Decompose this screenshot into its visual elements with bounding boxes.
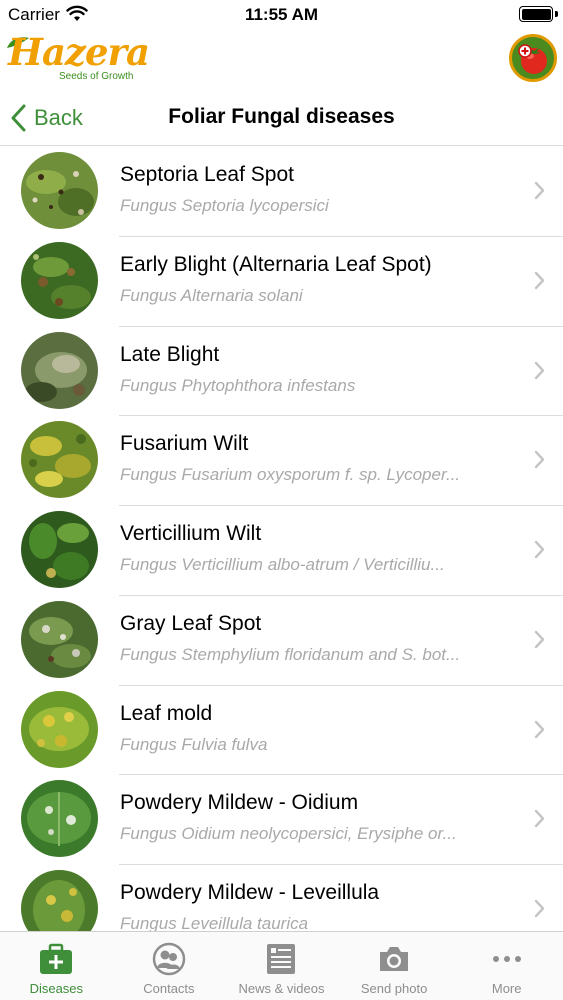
tab-diseases[interactable]: Diseases <box>0 932 113 1000</box>
list-item[interactable]: Early Blight (Alternaria Leaf Spot) Fung… <box>0 237 563 327</box>
disease-thumbnail <box>21 241 98 319</box>
disease-name: Powdery Mildew - Oidium <box>120 791 359 815</box>
chevron-right-icon <box>534 271 545 289</box>
list-item[interactable]: Powdery Mildew - Oidium Fungus Oidium ne… <box>0 775 563 865</box>
disease-thumbnail <box>21 511 98 588</box>
tomato-doctor-button[interactable] <box>509 34 557 82</box>
list-item[interactable]: Septoria Leaf Spot Fungus Septoria lycop… <box>0 147 563 237</box>
tomato-icon <box>518 44 547 74</box>
list-item[interactable]: Late Blight Fungus Phytophthora infestan… <box>0 327 563 417</box>
disease-name: Early Blight (Alternaria Leaf Spot) <box>120 252 432 276</box>
status-bar: Carrier 11:55 AM <box>0 0 563 30</box>
disease-name: Leaf mold <box>120 701 213 725</box>
chevron-right-icon <box>534 720 545 738</box>
disease-name: Powdery Mildew - Leveillula <box>120 881 380 904</box>
tab-news-videos[interactable]: News & videos <box>225 932 338 1000</box>
navigation-bar: Back Foliar Fungal diseases <box>0 92 563 146</box>
logo-tagline: Seeds of Growth <box>59 71 134 82</box>
disease-pathogen: Fungus Fusarium oxysporum f. sp. Lycoper… <box>120 465 461 485</box>
chevron-right-icon <box>534 181 545 200</box>
tab-contacts[interactable]: Contacts <box>113 932 226 1000</box>
disease-pathogen: Fungus Fulvia fulva <box>120 734 268 754</box>
tab-more[interactable]: More <box>450 932 563 1000</box>
disease-name: Septoria Leaf Spot <box>120 163 294 186</box>
chevron-right-icon <box>534 540 545 559</box>
tab-send-photo[interactable]: Send photo <box>338 932 451 1000</box>
more-icon <box>492 956 521 962</box>
list-item[interactable]: Gray Leaf Spot Fungus Stemphylium florid… <box>0 596 563 686</box>
battery-icon <box>519 6 553 22</box>
chevron-right-icon <box>534 899 545 918</box>
camera-icon <box>380 947 409 971</box>
tab-label: More <box>491 981 522 996</box>
disease-pathogen: Fungus Oidium neolycopersici, Erysiphe o… <box>120 824 457 844</box>
battery-cap <box>555 11 558 17</box>
disease-pathogen: Fungus Phytophthora infestans <box>120 375 356 395</box>
tab-bar: Diseases Contacts News & videos Send pho… <box>0 931 563 1000</box>
chevron-right-icon <box>534 451 545 469</box>
disease-thumbnail <box>21 152 98 229</box>
chevron-right-icon <box>534 810 545 828</box>
tab-label: Contacts <box>143 981 195 996</box>
disease-pathogen: Fungus Alternaria solani <box>120 285 303 305</box>
disease-thumbnail <box>21 870 98 931</box>
list-item[interactable]: Powdery Mildew - Leveillula Fungus Levei… <box>0 865 563 931</box>
disease-pathogen: Fungus Leveillula taurica <box>120 914 309 931</box>
list-item[interactable]: Fusarium Wilt Fungus Fusarium oxysporum … <box>0 416 563 506</box>
status-time: 11:55 AM <box>244 5 319 24</box>
disease-thumbnail <box>21 600 98 678</box>
disease-name: Late Blight <box>120 342 220 366</box>
disease-thumbnail <box>21 690 98 768</box>
chevron-right-icon <box>534 361 545 379</box>
tab-label: Send photo <box>360 981 428 996</box>
disease-pathogen: Fungus Septoria lycopersici <box>120 196 329 215</box>
disease-thumbnail <box>21 780 98 858</box>
page-title: Foliar Fungal diseases <box>168 105 395 128</box>
tab-label: Diseases <box>29 981 84 996</box>
list-item[interactable]: Verticillium Wilt Fungus Verticillium al… <box>0 506 563 596</box>
tab-label: News & videos <box>238 981 325 996</box>
chevron-right-icon <box>534 630 545 648</box>
disease-thumbnail <box>21 421 98 499</box>
disease-list: Septoria Leaf Spot Fungus Septoria lycop… <box>0 147 563 931</box>
disease-pathogen: Fungus Verticillium albo-atrum / Vertici… <box>120 555 445 574</box>
medical-kit-icon <box>40 943 73 974</box>
disease-pathogen: Fungus Stemphylium floridanum and S. bot… <box>120 644 461 664</box>
logo-wordmark: Hazera <box>8 30 150 74</box>
disease-name: Gray Leaf Spot <box>120 611 262 635</box>
hazera-logo: Hazera Seeds of Growth <box>5 30 150 88</box>
disease-name: Fusarium Wilt <box>120 432 249 456</box>
disease-thumbnail <box>21 331 98 409</box>
news-icon <box>267 944 296 974</box>
disease-name: Verticillium Wilt <box>120 522 262 545</box>
list-item[interactable]: Leaf mold Fungus Fulvia fulva <box>0 686 563 776</box>
contacts-icon <box>152 942 186 976</box>
